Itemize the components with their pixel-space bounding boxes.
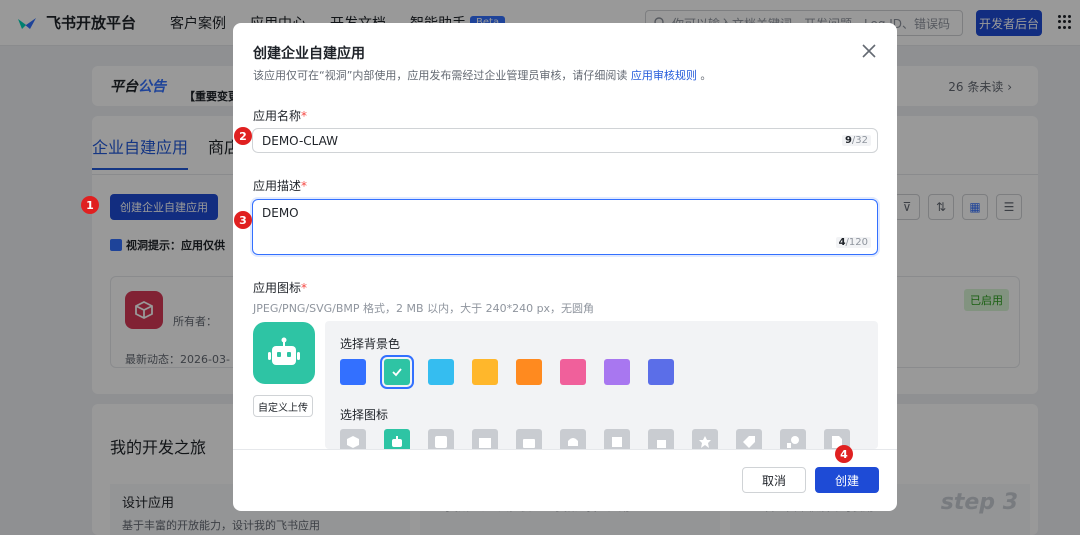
cancel-button[interactable]: 取消	[742, 467, 806, 493]
checkmark-icon	[392, 368, 402, 377]
icon-format-hint: JPEG/PNG/SVG/BMP 格式，2 MB 以内，大于 240*240 p…	[253, 302, 595, 315]
tag-icon-option[interactable]	[736, 429, 762, 449]
swatch-purple[interactable]	[604, 359, 630, 385]
step-marker-4: 4	[835, 445, 853, 463]
app-name-counter: 9/32	[841, 135, 871, 146]
app-desc-label: 应用描述*	[253, 179, 308, 193]
briefcase-icon-option[interactable]	[516, 429, 542, 449]
create-button[interactable]: 创建	[815, 467, 879, 493]
cube-icon-option[interactable]	[340, 429, 366, 449]
swatch-teal-selected[interactable]	[380, 355, 414, 389]
icon-picker-panel: 选择背景色 选择图标	[325, 321, 878, 449]
robot-icon-option[interactable]	[384, 429, 410, 449]
thumbs-up-icon-option[interactable]	[648, 429, 674, 449]
wrench-icon-option[interactable]	[780, 429, 806, 449]
custom-upload-button[interactable]: 自定义上传	[253, 395, 313, 417]
robot-icon-preview	[253, 322, 315, 384]
app-name-value: DEMO-CLAW	[262, 134, 339, 148]
swatch-sky[interactable]	[428, 359, 454, 385]
footer-divider	[233, 449, 897, 450]
swatch-yellow[interactable]	[472, 359, 498, 385]
star-icon-option[interactable]	[692, 429, 718, 449]
swatch-blue[interactable]	[340, 359, 366, 385]
app-desc-textarea[interactable]: DEMO 4/120	[252, 199, 878, 255]
swatch-indigo[interactable]	[648, 359, 674, 385]
checkbox-icon-option[interactable]	[604, 429, 630, 449]
chart-icon-option[interactable]	[472, 429, 498, 449]
bell-icon-option[interactable]	[560, 429, 586, 449]
dialog-title: 创建企业自建应用	[253, 46, 365, 62]
app-icon-label: 应用图标*	[253, 281, 308, 295]
dialog-subtitle: 该应用仅可在“视洞”内部使用，应用发布需经过企业管理员审核，请仔细阅读 应用审核…	[253, 69, 712, 82]
color-swatches	[340, 355, 692, 389]
icon-options	[340, 429, 868, 449]
app-desc-counter: 4/120	[835, 237, 871, 248]
step-marker-2: 2	[234, 127, 252, 145]
app-name-label: 应用名称*	[253, 109, 308, 123]
step-marker-1: 1	[81, 196, 99, 214]
create-app-dialog: 创建企业自建应用 该应用仅可在“视洞”内部使用，应用发布需经过企业管理员审核，请…	[233, 23, 897, 511]
step-marker-3: 3	[234, 211, 252, 229]
review-rules-link[interactable]: 应用审核规则	[631, 69, 697, 82]
app-desc-value: DEMO	[262, 206, 299, 220]
plus-icon-option[interactable]	[428, 429, 454, 449]
bg-color-label: 选择背景色	[340, 337, 401, 351]
swatch-orange[interactable]	[516, 359, 542, 385]
close-icon[interactable]	[861, 43, 877, 59]
swatch-pink[interactable]	[560, 359, 586, 385]
robot-icon	[268, 337, 300, 365]
app-name-input[interactable]: DEMO-CLAW 9/32	[252, 128, 878, 153]
icon-select-label: 选择图标	[340, 408, 389, 422]
